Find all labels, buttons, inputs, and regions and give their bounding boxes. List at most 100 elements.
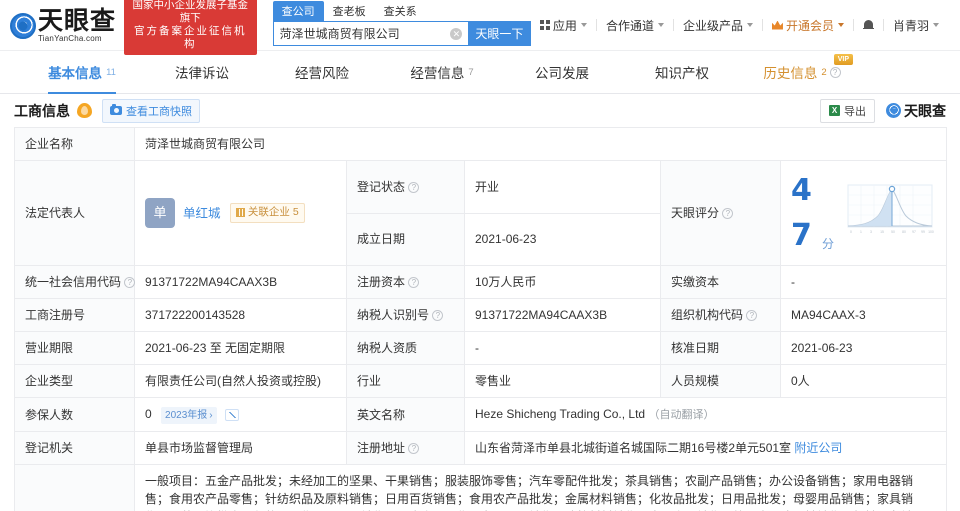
chevron-down-icon xyxy=(837,23,844,27)
value-registration-authority: 单县市场监督管理局 xyxy=(134,431,347,465)
help-icon[interactable]: ? xyxy=(408,277,420,289)
site-logo[interactable]: 天眼查 TianYanCha.com xyxy=(10,8,116,43)
bell-icon xyxy=(862,19,874,31)
label-registered-capital: 注册资本 ? xyxy=(346,265,465,299)
view-snapshot-button[interactable]: 查看工商快照 xyxy=(102,98,200,123)
value-company-type: 有限责任公司(自然人投资或控股) xyxy=(134,364,347,398)
gov-badge-line1: 国家中小企业发展子基金旗下 xyxy=(132,0,249,24)
score-distribution-chart: 0 1 3 15 50 80 97 99 100 xyxy=(844,183,936,244)
org-code-text: 组织机构代码 xyxy=(671,308,744,322)
legal-rep-name-link[interactable]: 单红城 xyxy=(183,206,221,220)
tab-business-info[interactable]: 经营信息 7 xyxy=(382,51,502,93)
label-registration-authority: 登记机关 xyxy=(14,431,135,465)
value-business-term: 2021-06-23 至 无固定期限 xyxy=(134,331,347,365)
value-registration-number: 371722200143528 xyxy=(134,298,347,332)
logo-text-en: TianYanCha.com xyxy=(38,33,102,43)
related-enterprises-label: 关联企业 xyxy=(247,205,290,218)
annual-report-label: 2023年报 xyxy=(165,410,208,421)
search-tabs: 查公司 查老板 查关系 xyxy=(272,1,532,21)
tab-basic-info[interactable]: 基本信息 11 xyxy=(22,51,142,94)
value-company-name: 菏泽世城商贸有限公司 xyxy=(134,127,947,161)
search-box: ✕ 天眼一下 xyxy=(272,21,532,46)
svg-text:0: 0 xyxy=(850,230,852,234)
tyc-score-number: 47 xyxy=(791,173,812,253)
tyc-score-text: 天眼评分 xyxy=(671,206,720,220)
search-button[interactable]: 天眼一下 xyxy=(468,21,531,46)
tab-count-basic-info: 11 xyxy=(106,66,116,78)
value-tyc-score: 47 分 0 1 3 15 50 80 97 99 100 xyxy=(780,160,947,266)
english-name-text: Heze Shicheng Trading Co., Ltd xyxy=(475,407,646,422)
label-approval-date: 核准日期 xyxy=(660,331,781,365)
tab-label-basic-info: 基本信息 xyxy=(48,66,103,81)
table-row: 企业类型 有限责任公司(自然人投资或控股) 行业 零售业 人员规模 0人 xyxy=(14,364,947,398)
nav-label-username: 肖青羽 xyxy=(892,18,929,33)
svg-text:99: 99 xyxy=(921,230,925,234)
nav-item-notifications[interactable] xyxy=(854,19,883,31)
value-business-scope: 一般项目：五金产品批发；未经加工的坚果、干果销售；服装服饰零售；汽车零配件批发；… xyxy=(134,464,947,511)
table-row: 法定代表人 单 单红城 关联企业 5 登记状态 ? 开业 天眼评分 ? 47 分… xyxy=(14,160,947,266)
help-icon[interactable]: ? xyxy=(829,66,841,78)
vip-badge: VIP xyxy=(833,54,853,65)
svg-text:100: 100 xyxy=(928,230,934,234)
value-registered-capital: 10万人民币 xyxy=(464,265,661,299)
registered-capital-text: 注册资本 xyxy=(357,275,406,289)
help-icon[interactable]: ? xyxy=(746,310,758,322)
nearby-companies-link[interactable]: 附近公司 xyxy=(794,441,842,455)
help-icon[interactable]: ? xyxy=(432,310,444,322)
gov-certification-badge: 国家中小企业发展子基金旗下 官方备案企业征信机构 xyxy=(124,0,257,55)
label-legal-representative: 法定代表人 xyxy=(14,160,135,266)
related-enterprises-badge[interactable]: 关联企业 5 xyxy=(229,202,305,223)
tab-label-company-development: 公司发展 xyxy=(535,66,589,81)
network-icon xyxy=(235,208,245,218)
clear-icon[interactable]: ✕ xyxy=(450,27,463,40)
tab-legal-proceedings[interactable]: 法律诉讼 xyxy=(142,51,262,93)
trend-chart-icon[interactable] xyxy=(224,408,239,421)
tab-intellectual-property[interactable]: 知识产权 xyxy=(622,51,742,93)
tab-historical-info[interactable]: VIP 历史信息 2 ? xyxy=(742,51,862,93)
avatar: 单 xyxy=(145,198,175,228)
annual-report-button[interactable]: 2023年报 › xyxy=(161,407,217,424)
nav-label-membership: 开通会员 xyxy=(785,18,834,33)
top-header: 天眼查 TianYanCha.com 国家中小企业发展子基金旗下 官方备案企业征… xyxy=(0,0,960,55)
tab-company-development[interactable]: 公司发展 xyxy=(502,51,622,93)
chevron-down-icon xyxy=(657,23,664,27)
svg-text:50: 50 xyxy=(891,230,895,234)
search-tab-relation[interactable]: 查关系 xyxy=(375,1,426,21)
label-registration-status: 登记状态 ? xyxy=(346,160,465,214)
search-input[interactable] xyxy=(273,26,451,41)
value-insured-count: 0 2023年报 › xyxy=(134,397,347,432)
export-button[interactable]: X 导出 xyxy=(820,98,875,123)
help-icon[interactable]: ? xyxy=(124,277,136,289)
value-english-name: Heze Shicheng Trading Co., Ltd （自动翻译） xyxy=(464,397,947,432)
label-business-scope: 经营范围 ? xyxy=(14,464,135,511)
tab-business-risk[interactable]: 经营风险 xyxy=(262,51,382,93)
related-enterprises-count: 5 xyxy=(292,205,299,218)
label-registered-address: 注册地址 ? xyxy=(346,431,465,465)
value-paid-capital: - xyxy=(780,265,947,299)
registration-status-text: 登记状态 xyxy=(357,179,406,194)
value-legal-representative: 单 单红城 关联企业 5 xyxy=(134,160,347,266)
search-tab-company[interactable]: 查公司 xyxy=(272,1,324,21)
camera-icon xyxy=(110,104,122,115)
help-icon[interactable]: ? xyxy=(408,443,420,455)
value-approval-date: 2021-06-23 xyxy=(780,331,947,365)
nav-item-enterprise-products[interactable]: 企业级产品 xyxy=(674,17,762,34)
nav-item-apps[interactable]: 应用 xyxy=(531,17,596,34)
value-org-code: MA94CAAX-3 xyxy=(780,298,947,332)
nav-item-user[interactable]: 肖青羽 xyxy=(884,17,948,34)
label-tyc-score: 天眼评分 ? xyxy=(660,160,781,266)
help-icon[interactable]: ? xyxy=(722,208,734,220)
nav-item-partner[interactable]: 合作通道 xyxy=(597,17,673,34)
main-tabbar: 基本信息 11 法律诉讼 经营风险 经营信息 7 公司发展 知识产权 VIP 历… xyxy=(0,50,960,94)
help-icon[interactable]: ? xyxy=(408,182,420,194)
label-company-type: 企业类型 xyxy=(14,364,135,398)
crown-icon xyxy=(771,20,783,30)
svg-text:80: 80 xyxy=(902,230,906,234)
search-tab-boss[interactable]: 查老板 xyxy=(324,1,375,21)
tab-label-legal-proceedings: 法律诉讼 xyxy=(175,66,229,81)
label-taxpayer-id: 纳税人识别号 ? xyxy=(346,298,465,332)
grid-icon xyxy=(540,20,550,30)
taxpayer-id-text: 纳税人识别号 xyxy=(357,308,430,322)
watermark-logo: 天眼查 xyxy=(886,101,946,121)
nav-item-membership[interactable]: 开通会员 xyxy=(763,17,853,34)
